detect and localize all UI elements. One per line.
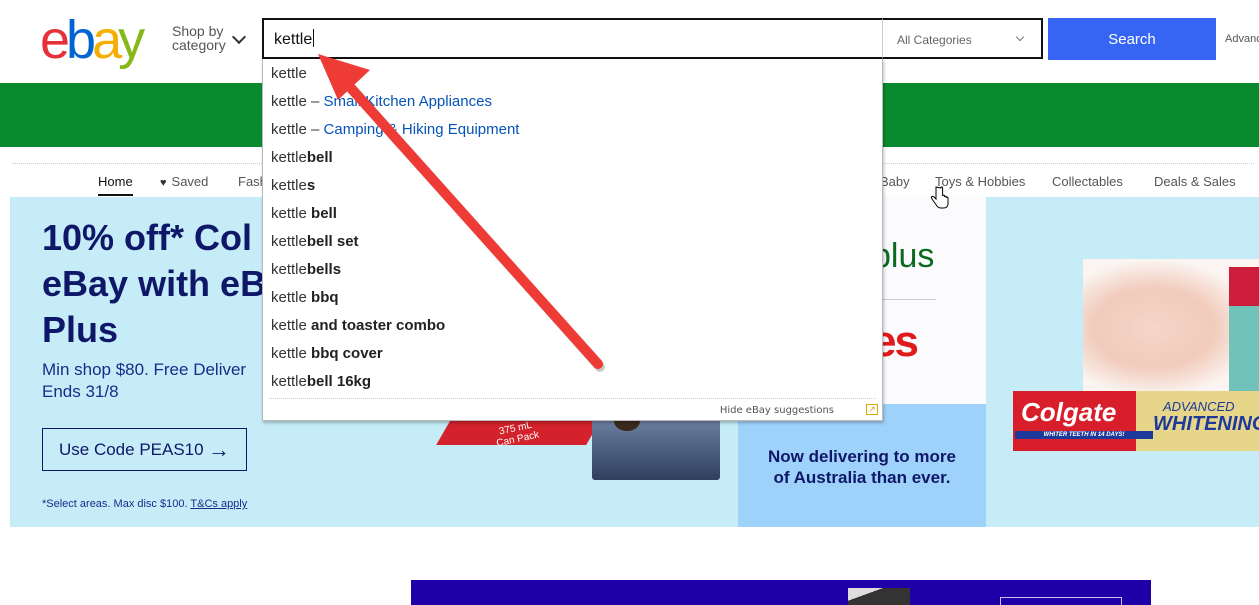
text-caret [313, 29, 315, 47]
suggestion-completion: bells [306, 261, 342, 278]
suggestion-item[interactable]: kettlebells [271, 261, 341, 285]
use-code-button[interactable]: Use Code PEAS10 → [42, 428, 247, 471]
search-suggestions-dropdown: kettle kettle – Small Kitchen Appliances… [262, 59, 883, 421]
category-select-value: All Categories [897, 33, 972, 47]
shop-by-category-button[interactable]: Shop by category [172, 23, 247, 53]
suggestion-completion: bell [311, 205, 337, 222]
nav-item-home[interactable]: Home [98, 174, 133, 196]
suggestion-completion: bell 16kg [306, 373, 372, 390]
colgate-tagline: WHITER TEETH IN 14 DAYS! [1015, 431, 1153, 439]
logo-letter: b [66, 10, 96, 70]
nav-item-baby[interactable]: Baby [880, 174, 910, 189]
heart-icon: ♥ [160, 177, 167, 189]
colgate-product-image: Colgate WHITER TEETH IN 14 DAYS! ADVANCE… [1013, 391, 1259, 451]
suggestion-completion: bell set [306, 233, 359, 250]
nav-item-label: Saved [171, 174, 209, 189]
suggestion-prefix: kettle [271, 177, 307, 194]
suggestion-item[interactable]: kettlebell [271, 149, 333, 173]
logo-letter: a [92, 10, 122, 70]
logo-letter: e [40, 10, 70, 70]
suggestion-completion: bell [306, 149, 333, 166]
suggestion-completion: and toaster combo [311, 317, 446, 334]
suggestion-prefix: kettle [271, 261, 307, 278]
suggestion-item[interactable]: kettlebell set [271, 233, 359, 257]
suggestion-item[interactable]: kettlebell 16kg [271, 373, 371, 397]
suggestion-item[interactable]: kettles [271, 177, 315, 201]
category-label: category [172, 37, 226, 53]
suggestion-item[interactable]: kettle bbq [271, 289, 339, 313]
suggestion-item[interactable]: kettle bell [271, 205, 337, 229]
delivery-text: Now delivering to more of Australia than… [768, 447, 956, 487]
suggestion-completion: bbq [311, 289, 339, 306]
banner-product-image [848, 588, 910, 605]
suggestion-item[interactable]: kettle [271, 65, 307, 89]
suggestion-prefix: kettle [271, 233, 307, 250]
huggies-product-image [1229, 267, 1259, 397]
colgate-brand: Colgate [1021, 397, 1117, 427]
suggestion-prefix: kettle – [271, 121, 324, 138]
hero-subtitle: Min shop $80. Free Deliver Ends 31/8 [42, 360, 247, 401]
nav-item-deals-sales[interactable]: Deals & Sales [1154, 174, 1236, 189]
suggestion-prefix: kettle [271, 345, 312, 362]
ebay-logo[interactable]: ebay [40, 10, 162, 70]
suggestion-prefix: kettle – [271, 93, 324, 110]
terms-link[interactable]: T&Cs apply [190, 498, 247, 510]
chevron-down-icon [1015, 32, 1025, 42]
nav-item-collectables[interactable]: Collectables [1052, 174, 1123, 189]
hero-title: 10% off* Col eBay with eB Plus [42, 217, 267, 350]
suggestion-item[interactable]: kettle – Small Kitchen Appliances [271, 93, 492, 117]
ebay-page: ebay Shop by category kettle All Categor… [0, 0, 1259, 605]
fine-print-text: *Select areas. Max disc $100. [42, 498, 188, 510]
banner-cta-box [1000, 597, 1122, 605]
nav-item-saved[interactable]: ♥ Saved [160, 174, 208, 189]
suggestion-prefix: kettle [271, 65, 307, 82]
chevron-down-icon [231, 29, 247, 45]
arrow-right-icon: → [208, 437, 230, 462]
logo-letter: y [118, 10, 145, 70]
category-select[interactable]: All Categories [882, 18, 1043, 59]
suggestion-completion: s [306, 177, 316, 194]
suggestion-category: Camping & Hiking Equipment [323, 121, 520, 138]
hand-cursor-icon [930, 186, 949, 209]
fine-print: *Select areas. Max disc $100. T&Cs apply [42, 498, 247, 510]
search-button[interactable]: Search [1048, 18, 1216, 60]
expand-arrow-icon[interactable]: ↗ [866, 404, 878, 415]
delivery-panel: Now delivering to more of Australia than… [738, 404, 986, 527]
suggestion-completion: bbq cover [311, 345, 383, 362]
search-box[interactable]: kettle [262, 18, 882, 59]
search-input-value: kettle [274, 31, 313, 48]
promo-banner-blue[interactable] [411, 580, 1151, 605]
suggestion-item[interactable]: kettle – Camping & Hiking Equipment [271, 121, 519, 145]
suggestion-item[interactable]: kettle and toaster combo [271, 317, 445, 341]
suggestion-prefix: kettle [271, 149, 307, 166]
suggestions-divider [269, 398, 876, 399]
suggestion-prefix: kettle [271, 317, 312, 334]
suggestion-prefix: kettle [271, 289, 312, 306]
use-code-label: Use Code PEAS10 [59, 439, 204, 459]
suggestion-item[interactable]: kettle bbq cover [271, 345, 383, 369]
search-input[interactable]: kettle [274, 29, 864, 49]
suggestion-prefix: kettle [271, 373, 307, 390]
colgate-whitening: WHITENING [1153, 413, 1259, 435]
shop-by-label: Shop by [172, 23, 224, 39]
colgate-advanced: ADVANCED [1163, 399, 1235, 414]
hide-suggestions-link[interactable]: Hide eBay suggestions [720, 405, 834, 416]
suggestion-category: Small Kitchen Appliances [323, 93, 492, 110]
advanced-search-link[interactable]: Advanced [1225, 33, 1259, 45]
suggestion-prefix: kettle [271, 205, 312, 222]
logo-divider [880, 299, 936, 300]
